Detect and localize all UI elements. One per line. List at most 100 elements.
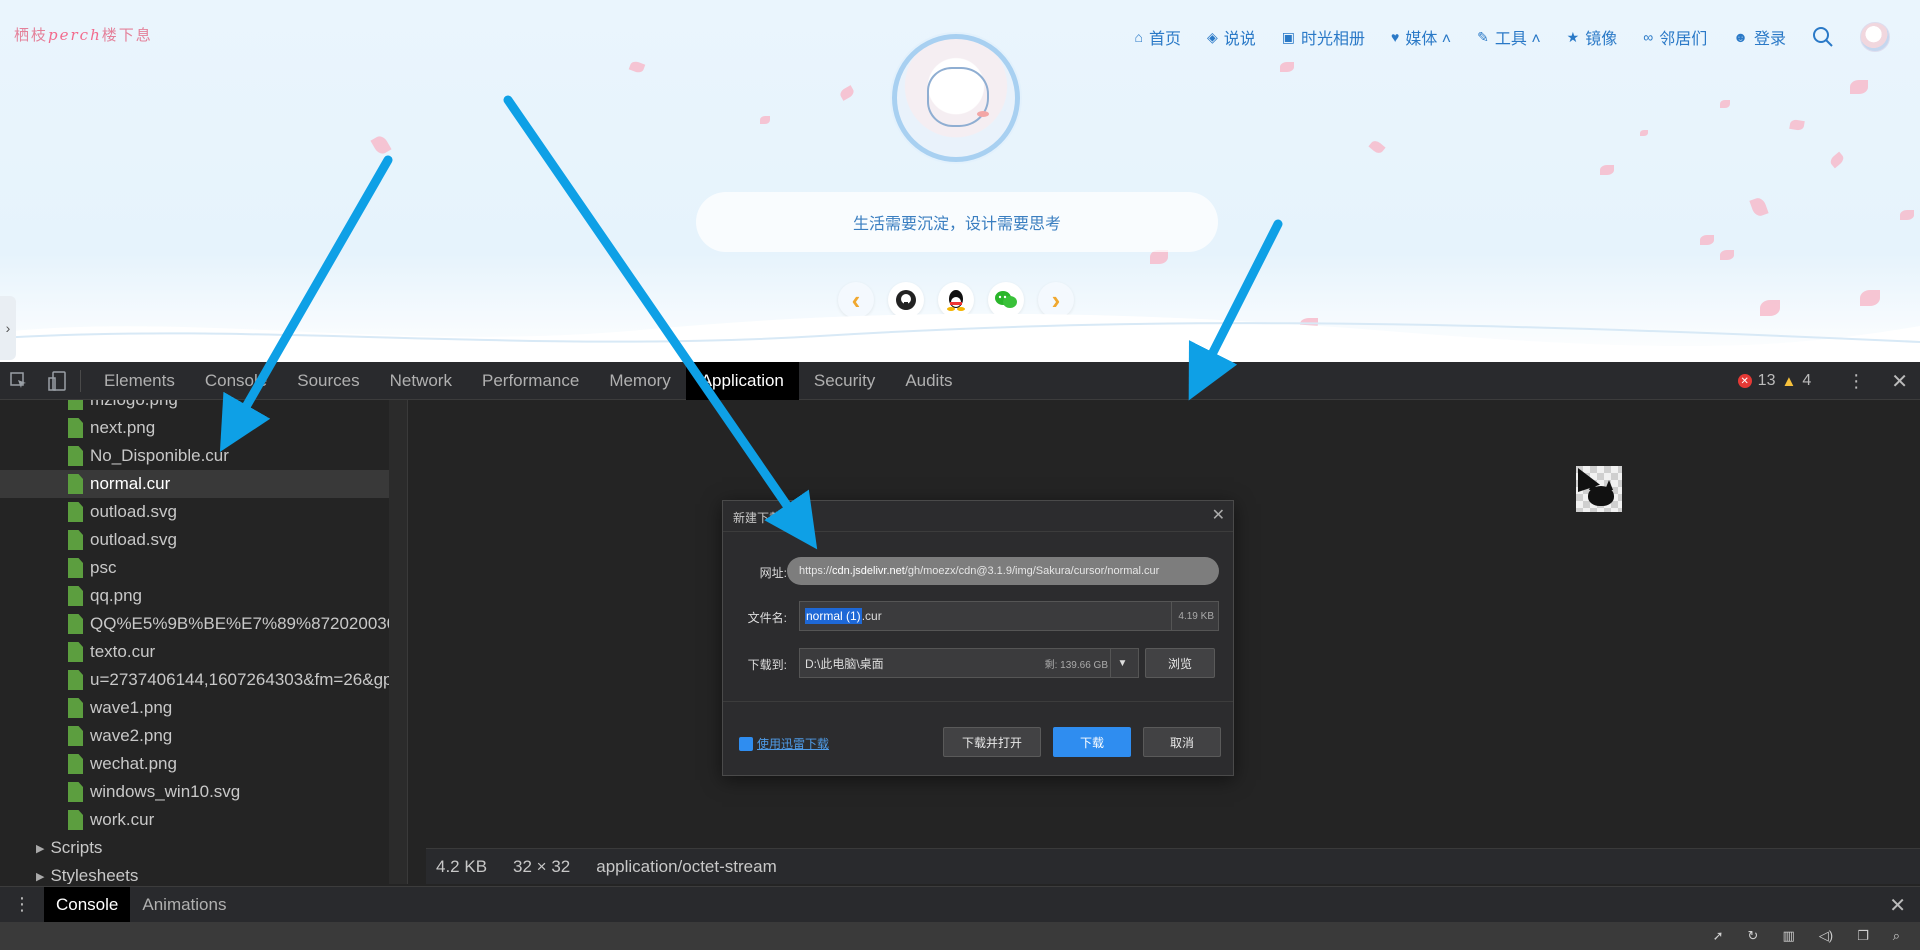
- file-icon: [68, 400, 83, 410]
- nav-album[interactable]: ▣ 时光相册: [1282, 25, 1365, 49]
- resource-tree: mzlogo.png next.png No_Disponible.cur no…: [0, 400, 408, 884]
- url-label: 网址:: [759, 566, 787, 580]
- refresh-icon[interactable]: ↻: [1748, 928, 1759, 944]
- nav-login[interactable]: ☻ 登录: [1733, 25, 1786, 49]
- image-icon: ▣: [1281, 28, 1296, 45]
- site-logo[interactable]: 栖枝perch楼下息: [14, 24, 153, 45]
- browse-button[interactable]: 浏览: [1145, 648, 1215, 678]
- file-icon: [68, 446, 83, 466]
- heartbeat-icon: ♥: [1391, 29, 1400, 45]
- file-item[interactable]: wechat.png: [0, 750, 407, 778]
- file-icon: [68, 558, 83, 578]
- expand-triangle-icon: ▶: [36, 870, 45, 883]
- file-item[interactable]: outload.svg: [0, 526, 407, 554]
- main-nav: ⌂ 首页 ◈ 说说 ▣ 时光相册 ♥ 媒体 ˄ ✎ 工具 ˄ ★ 镜像 ∞ 邻居们 ☻ 登录: [1135, 22, 1890, 52]
- file-item[interactable]: work.cur: [0, 806, 407, 834]
- tab-sources[interactable]: Sources: [282, 362, 374, 400]
- filename-input[interactable]: normal (1) .cur 4.19 KB: [799, 601, 1219, 631]
- nav-media[interactable]: ♥ 媒体 ˄: [1391, 25, 1451, 49]
- download-dialog: 新建下载任务 ✕ 网址: https://cdn.jsdelivr.net/gh…: [722, 500, 1234, 776]
- sidebar-toggle[interactable]: ›: [0, 296, 16, 360]
- file-item-selected[interactable]: normal.cur: [0, 470, 407, 498]
- home-icon: ⌂: [1134, 29, 1143, 45]
- cursor-image-preview: [1576, 466, 1622, 512]
- url-field[interactable]: https://cdn.jsdelivr.net/gh/moezx/cdn@3.…: [787, 557, 1219, 585]
- cancel-button[interactable]: 取消: [1143, 727, 1221, 757]
- nav-home[interactable]: ⌂ 首页: [1135, 25, 1181, 49]
- device-toolbar-icon[interactable]: [38, 362, 76, 400]
- close-devtools-icon[interactable]: ✕: [1891, 369, 1908, 394]
- file-item[interactable]: psc: [0, 554, 407, 582]
- file-icon: [68, 642, 83, 662]
- file-item[interactable]: wave2.png: [0, 722, 407, 750]
- file-icon: [68, 726, 83, 746]
- nav-tools[interactable]: ✎ 工具 ˄: [1477, 25, 1541, 49]
- filename-label: 文件名:: [747, 611, 787, 625]
- volume-icon[interactable]: ◁): [1819, 928, 1833, 944]
- windows-statusbar: ➚ ↻ ▥ ◁) ❐ ⌕: [0, 922, 1920, 950]
- drawer-tab-console[interactable]: Console: [44, 886, 131, 923]
- file-icon: [68, 698, 83, 718]
- resource-size: 4.2 KB: [436, 856, 488, 876]
- file-icon: [68, 530, 83, 550]
- tab-console[interactable]: Console: [190, 362, 282, 400]
- search-small-icon[interactable]: ⌕: [1893, 928, 1900, 944]
- user-avatar[interactable]: [1860, 22, 1890, 52]
- tree-group-scripts[interactable]: ▶ Scripts: [0, 834, 407, 862]
- saveto-path-input[interactable]: D:\此电脑\桌面 剩: 139.66 GB ▼: [799, 648, 1139, 678]
- nav-mirror[interactable]: ★ 镜像: [1567, 25, 1618, 49]
- window-icon[interactable]: ❐: [1857, 928, 1869, 944]
- resource-dimensions: 32 × 32: [513, 856, 571, 876]
- drawer-tabs: ⋮ Console Animations ✕: [0, 886, 1920, 923]
- warning-count[interactable]: 4: [1802, 372, 1811, 390]
- xunlei-download-link[interactable]: 使用迅雷下载: [739, 735, 829, 752]
- error-count[interactable]: 13: [1758, 372, 1776, 390]
- download-and-open-button[interactable]: 下载并打开: [943, 727, 1041, 757]
- file-icon: [68, 474, 83, 494]
- file-item[interactable]: No_Disponible.cur: [0, 442, 407, 470]
- file-item[interactable]: next.png: [0, 414, 407, 442]
- download-button[interactable]: 下载: [1053, 727, 1131, 757]
- site-avatar: [892, 34, 1020, 162]
- close-drawer-icon[interactable]: ✕: [1889, 893, 1906, 918]
- file-item[interactable]: u=2737406144,1607264303&fm=26&gp=0: [0, 666, 407, 694]
- file-icon: [68, 614, 83, 634]
- dropdown-caret-icon[interactable]: ▼: [1110, 649, 1134, 677]
- inspect-element-icon[interactable]: [0, 362, 38, 400]
- search-icon[interactable]: [1812, 26, 1834, 48]
- tag-icon: ◈: [1206, 28, 1218, 45]
- tab-network[interactable]: Network: [375, 362, 467, 400]
- drawer-menu-icon[interactable]: ⋮: [0, 894, 44, 915]
- tab-performance[interactable]: Performance: [467, 362, 594, 400]
- wrench-icon: ✎: [1477, 28, 1489, 45]
- file-item[interactable]: qq.png: [0, 582, 407, 610]
- devtools-toolbar: Elements Console Sources Network Perform…: [0, 361, 1920, 400]
- filesize-text: 4.19 KB: [1171, 602, 1214, 630]
- tab-security[interactable]: Security: [799, 362, 890, 400]
- resource-mime: application/octet-stream: [596, 856, 777, 876]
- more-options-icon[interactable]: ⋮: [1847, 371, 1865, 392]
- file-item[interactable]: texto.cur: [0, 638, 407, 666]
- dialog-title: 新建下载任务: [733, 511, 806, 525]
- tab-elements[interactable]: Elements: [89, 362, 190, 400]
- nav-talk[interactable]: ◈ 说说: [1207, 25, 1256, 49]
- file-icon: [68, 670, 83, 690]
- tab-audits[interactable]: Audits: [890, 362, 967, 400]
- tree-group-stylesheets[interactable]: ▶ Stylesheets: [0, 862, 407, 884]
- file-item[interactable]: mzlogo.png: [0, 400, 407, 414]
- file-item[interactable]: outload.svg: [0, 498, 407, 526]
- rocket-icon[interactable]: ➚: [1713, 928, 1724, 944]
- tab-application[interactable]: Application: [685, 361, 799, 400]
- drawer-tab-animations[interactable]: Animations: [130, 887, 238, 923]
- tree-scrollbar[interactable]: [389, 400, 407, 884]
- file-item[interactable]: QQ%E5%9B%BE%E7%89%8720200301195: [0, 610, 407, 638]
- resource-info-bar: 4.2 KB 32 × 32 application/octet-stream: [426, 848, 1920, 884]
- file-item[interactable]: wave1.png: [0, 694, 407, 722]
- close-dialog-icon[interactable]: ✕: [1212, 505, 1225, 525]
- tab-memory[interactable]: Memory: [594, 362, 685, 400]
- link-icon: ∞: [1643, 29, 1654, 45]
- wave-decoration: [0, 313, 1920, 362]
- nav-neighbors[interactable]: ∞ 邻居们: [1643, 25, 1707, 49]
- trash-icon[interactable]: ▥: [1782, 928, 1794, 944]
- file-item[interactable]: windows_win10.svg: [0, 778, 407, 806]
